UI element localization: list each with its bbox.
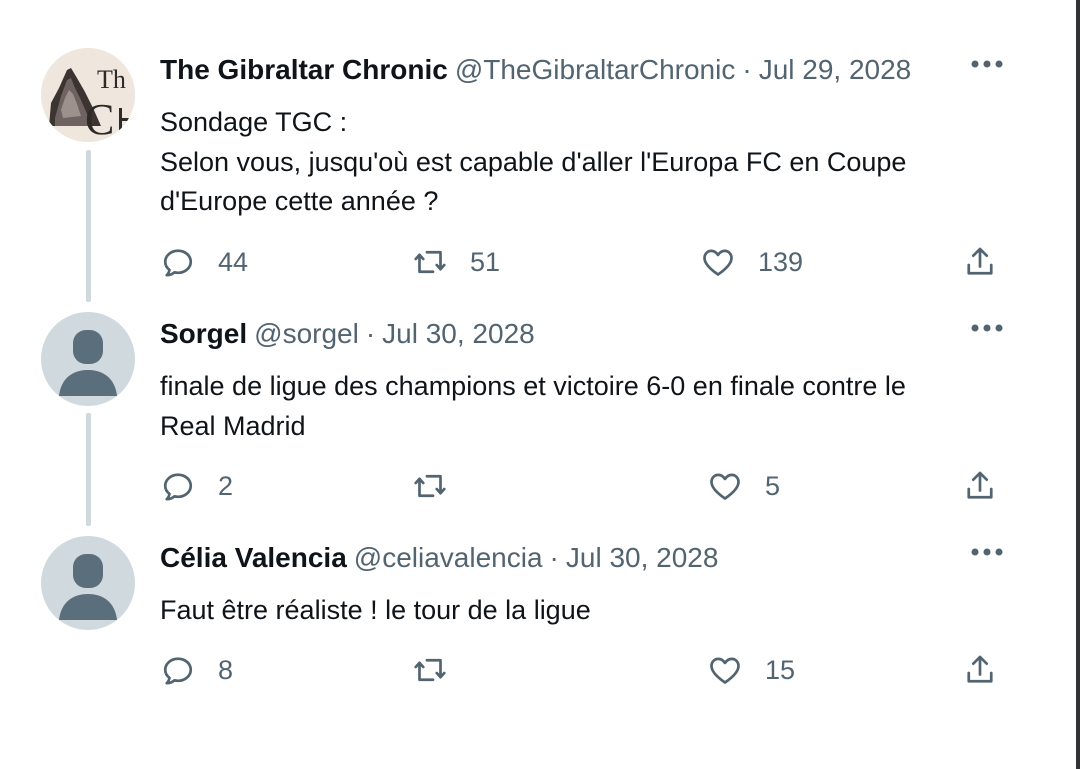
gibraltar-chronicle-logo: Th C xyxy=(41,48,135,142)
svg-text:C: C xyxy=(85,95,114,142)
more-options-icon[interactable] xyxy=(970,320,1004,336)
author-handle[interactable]: @sorgel xyxy=(254,318,359,350)
share-icon xyxy=(967,247,993,275)
reply-count: 2 xyxy=(218,470,234,501)
separator-dot: · xyxy=(549,542,559,573)
reply-icon xyxy=(163,473,193,501)
author-name[interactable]: Sorgel xyxy=(160,318,247,350)
tweet-text-line: Selon vous, jusqu'où est capable d'aller… xyxy=(160,146,907,177)
default-profile-icon xyxy=(59,554,117,620)
like-count: 15 xyxy=(765,654,796,685)
tweet-text-line: Faut être réaliste ! le tour de la ligue xyxy=(160,595,591,625)
reply-button[interactable]: 2 xyxy=(160,466,233,506)
avatar-gibraltar-chronicle[interactable]: Th C xyxy=(41,48,135,142)
retweet-icon xyxy=(414,250,446,274)
like-icon xyxy=(710,657,740,684)
window-edge xyxy=(1076,0,1080,769)
retweet-icon xyxy=(414,658,446,682)
tweet-header: Célia Valencia @celiavalencia · Jul 30, … xyxy=(160,538,718,578)
tweet-text-line: Real Madrid xyxy=(160,410,306,441)
share-icon xyxy=(967,471,993,499)
separator-dot: · xyxy=(365,318,376,349)
tweet-date[interactable]: Jul 30, 2028 xyxy=(566,542,719,574)
tweet-date[interactable]: Jul 30, 2028 xyxy=(382,318,535,350)
reply-button[interactable]: 8 xyxy=(160,650,233,690)
like-button[interactable]: 5 xyxy=(707,466,780,506)
tweet-header: Sorgel @sorgel · Jul 30, 2028 xyxy=(160,314,535,354)
default-profile-icon xyxy=(59,330,117,396)
like-icon xyxy=(703,249,733,276)
tweet[interactable]: Célia Valencia @celiavalencia · Jul 30, … xyxy=(0,536,1076,706)
svg-text:Th: Th xyxy=(97,65,126,94)
author-handle[interactable]: @TheGibraltarChronic xyxy=(455,54,736,86)
avatar-default[interactable] xyxy=(41,312,135,406)
reply-icon xyxy=(163,249,193,277)
like-icon xyxy=(710,473,740,500)
tweet-text: finale de ligue des champions et victoir… xyxy=(160,367,1040,446)
separator-dot: · xyxy=(742,54,752,85)
author-handle[interactable]: @celiavalencia xyxy=(354,542,543,574)
tweet[interactable]: Sorgel @sorgel · Jul 30, 2028 finale de … xyxy=(0,312,1076,512)
tweet-actions: 44 51 139 xyxy=(0,242,1076,282)
retweet-icon xyxy=(414,474,446,498)
tweet-actions: 2 5 xyxy=(0,466,1076,506)
tweet[interactable]: Th C The Gibraltar Chronic @TheGibraltar… xyxy=(0,48,1076,298)
avatar-default[interactable] xyxy=(41,536,135,630)
share-button[interactable] xyxy=(962,466,998,506)
reply-icon xyxy=(163,657,193,685)
share-button[interactable] xyxy=(962,242,998,282)
like-button[interactable]: 15 xyxy=(707,650,795,690)
tweet-header: The Gibraltar Chronic @TheGibraltarChron… xyxy=(160,50,911,90)
retweet-button[interactable] xyxy=(412,466,470,506)
reply-count: 44 xyxy=(218,246,249,277)
author-name[interactable]: The Gibraltar Chronic xyxy=(160,54,448,86)
more-options-icon[interactable] xyxy=(970,544,1004,560)
author-name[interactable]: Célia Valencia xyxy=(160,542,347,574)
reply-button[interactable]: 44 xyxy=(160,242,248,282)
tweet-date[interactable]: Jul 29, 2028 xyxy=(759,54,912,86)
like-button[interactable]: 139 xyxy=(700,242,803,282)
reply-count: 8 xyxy=(218,654,234,685)
retweet-button[interactable]: 51 xyxy=(412,242,500,282)
tweet-text: Faut être réaliste ! le tour de la ligue xyxy=(160,591,1040,631)
retweet-count: 51 xyxy=(470,246,501,277)
like-count: 5 xyxy=(765,470,781,501)
retweet-button[interactable] xyxy=(412,650,470,690)
like-count: 139 xyxy=(758,246,804,277)
tweet-actions: 8 15 xyxy=(0,650,1076,690)
share-icon xyxy=(967,655,993,683)
share-button[interactable] xyxy=(962,650,998,690)
tweet-text: Sondage TGC : Selon vous, jusqu'où est c… xyxy=(160,103,1040,222)
tweet-text-line: Sondage TGC : xyxy=(160,107,348,137)
tweet-text-line: d'Europe cette année ? xyxy=(160,186,439,216)
more-options-icon[interactable] xyxy=(970,56,1004,72)
tweet-text-line: finale de ligue des champions et victoir… xyxy=(160,371,906,401)
